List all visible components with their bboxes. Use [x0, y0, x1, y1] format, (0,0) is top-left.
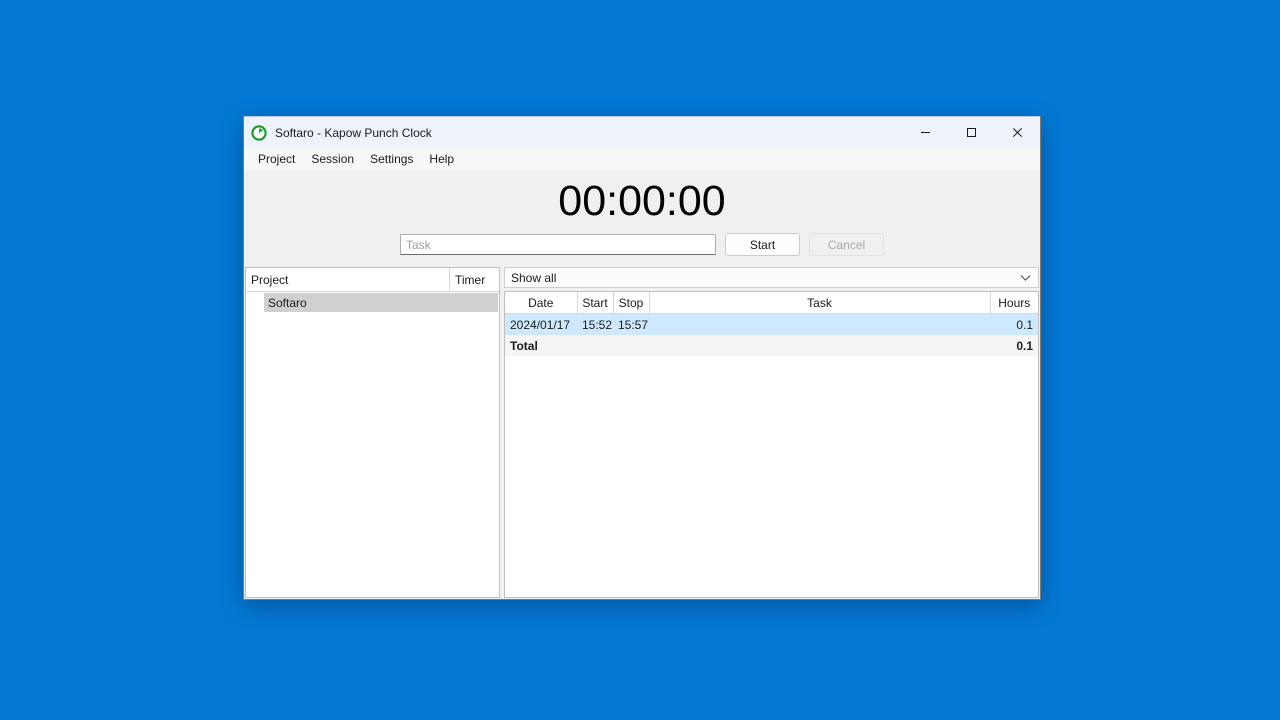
session-panel: Show all Date Start Stop Task Hours 2024…: [504, 267, 1039, 598]
cell-date: 2024/01/17: [510, 317, 571, 332]
cell-stop: 15:57: [618, 317, 649, 332]
header-start[interactable]: Start: [577, 292, 614, 314]
project-column-header[interactable]: Project: [246, 268, 449, 291]
header-stop[interactable]: Stop: [613, 292, 650, 314]
project-list-item[interactable]: Softaro: [264, 293, 498, 312]
titlebar[interactable]: Softaro - Kapow Punch Clock: [244, 116, 1040, 148]
start-button[interactable]: Start: [725, 233, 800, 256]
session-table-wrap: Date Start Stop Task Hours 2024/01/17 15…: [504, 291, 1039, 598]
close-button[interactable]: [994, 117, 1040, 148]
project-name: Softaro: [268, 295, 307, 310]
window-controls: [902, 117, 1040, 148]
session-table: Date Start Stop Task Hours 2024/01/17 15…: [505, 292, 1038, 356]
maximize-button[interactable]: [948, 117, 994, 148]
chevron-down-icon: [1020, 274, 1031, 281]
header-date[interactable]: Date: [505, 292, 578, 314]
table-row[interactable]: 2024/01/17 15:52 15:57 0.1: [505, 313, 1038, 336]
window-title: Softaro - Kapow Punch Clock: [275, 125, 432, 140]
green-clock-icon: [251, 124, 267, 141]
header-task[interactable]: Task: [649, 292, 991, 314]
session-table-header-row: Date Start Stop Task Hours: [505, 292, 1038, 314]
menu-item-project[interactable]: Project: [250, 150, 303, 168]
total-label: Total: [510, 338, 538, 353]
task-input[interactable]: [400, 234, 716, 255]
timer-display: 00:00:00: [558, 177, 726, 225]
table-row-total: Total 0.1: [505, 335, 1038, 356]
main-content: Project Timer Softaro Show all Date Star…: [244, 267, 1040, 599]
timer-controls: Start Cancel: [244, 233, 1040, 256]
menu-item-help[interactable]: Help: [421, 150, 462, 168]
timer-panel: 00:00:00 Start Cancel: [244, 170, 1040, 267]
cell-task: [649, 314, 990, 336]
project-panel: Project Timer Softaro: [245, 267, 500, 598]
project-table-header: Project Timer: [246, 268, 499, 292]
cancel-button: Cancel: [809, 233, 884, 256]
app-window: Softaro - Kapow Punch Clock Project Sess…: [243, 116, 1041, 600]
menu-item-session[interactable]: Session: [303, 150, 362, 168]
session-filter-label: Show all: [511, 270, 557, 285]
menubar: Project Session Settings Help: [244, 148, 1040, 170]
menu-item-settings[interactable]: Settings: [362, 150, 421, 168]
minimize-button[interactable]: [902, 117, 948, 148]
cell-hours: 0.1: [1016, 317, 1033, 332]
project-list: Softaro: [246, 292, 499, 597]
cell-start: 15:52: [582, 317, 613, 332]
total-hours: 0.1: [1016, 338, 1033, 353]
timer-column-header[interactable]: Timer: [449, 268, 499, 291]
session-filter-select[interactable]: Show all: [504, 267, 1039, 288]
header-hours[interactable]: Hours: [990, 292, 1038, 314]
